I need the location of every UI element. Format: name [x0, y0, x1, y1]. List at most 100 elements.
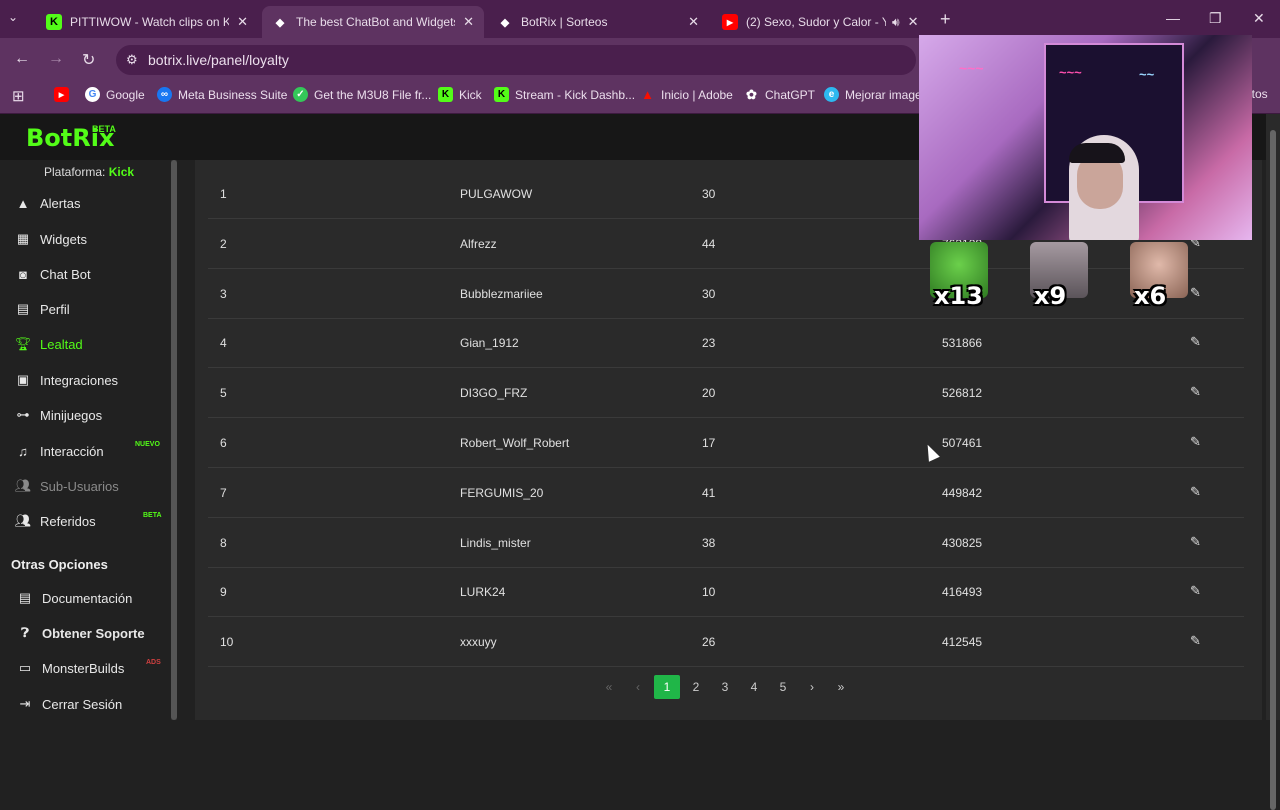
last-page-button[interactable]: »: [828, 675, 854, 699]
page-scrollbar[interactable]: [1266, 114, 1280, 810]
sidebar-item-integraciones[interactable]: ▣ Integraciones: [14, 368, 164, 392]
kick-icon: K: [438, 87, 453, 102]
rank-cell: 10: [220, 635, 234, 650]
level-cell: 41: [702, 485, 716, 500]
rank-cell: 4: [220, 336, 227, 351]
page-4-button[interactable]: 4: [741, 675, 767, 699]
rank-cell: 8: [220, 535, 227, 550]
bookmark-kick[interactable]: K Kick: [438, 87, 482, 102]
trophy-icon: 🏆︎: [14, 336, 32, 351]
sidebar-item-alertas[interactable]: ▲ Alertas: [14, 191, 164, 215]
edit-pencil-icon[interactable]: ✎: [1190, 534, 1201, 550]
rank-cell: 6: [220, 436, 227, 450]
monitor-icon: ▭: [18, 660, 32, 675]
bookmark-kick-dashboard[interactable]: K Stream - Kick Dashb...: [494, 87, 635, 102]
sidebar-item-monsterbuilds[interactable]: ▭ MonsterBuilds: [16, 656, 166, 680]
help-icon: ❓︎: [21, 625, 29, 640]
emote-sticker: x13: [926, 242, 990, 318]
chatgpt-icon: ✿: [746, 86, 757, 102]
edit-pencil-icon[interactable]: ✎: [1190, 384, 1201, 400]
sidebar-item-lealtad[interactable]: 🏆︎ Lealtad: [14, 332, 164, 356]
scrollbar-thumb[interactable]: [1270, 130, 1276, 810]
bookmark-mejorar[interactable]: e Mejorar image: [824, 87, 922, 102]
close-icon[interactable]: ✕: [237, 14, 248, 30]
bookmark-google[interactable]: G Google: [85, 87, 145, 102]
back-icon[interactable]: ←: [14, 50, 30, 68]
rank-cell: 9: [220, 585, 227, 600]
emote-sticker: x6: [1126, 242, 1190, 318]
bookmark-m3u8[interactable]: ✓ Get the M3U8 File fr...: [293, 87, 431, 102]
points-cell: 526812: [942, 386, 983, 401]
url-bar[interactable]: ⚙ botrix.live/panel/loyalty: [116, 45, 916, 75]
sidebar-item-perfil[interactable]: ▤ Perfil: [14, 297, 164, 321]
music-icon: ♫: [18, 443, 28, 459]
edit-pencil-icon[interactable]: ✎: [1190, 633, 1201, 649]
bookmark-meta[interactable]: ∞ Meta Business Suite: [157, 87, 287, 102]
bookmark-chatgpt[interactable]: ✿ ChatGPT: [744, 87, 815, 102]
new-badge: NUEVO: [135, 441, 160, 448]
sidebar-item-soporte[interactable]: ❓︎ Obtener Soporte: [16, 621, 166, 645]
close-icon[interactable]: ✕: [688, 14, 699, 30]
forward-icon[interactable]: →: [48, 50, 64, 68]
username-cell: PULGAWOW: [460, 187, 533, 201]
bookmark-adobe[interactable]: ▲ Inicio | Adobe: [640, 87, 733, 102]
rank-cell: 7: [220, 485, 227, 500]
edit-pencil-icon[interactable]: ✎: [1190, 484, 1201, 500]
scrollbar-thumb[interactable]: [171, 160, 177, 720]
first-page-button[interactable]: «: [596, 675, 622, 699]
bookmark-label: Get the M3U8 File fr...: [314, 87, 432, 102]
sidebar-item-label: MonsterBuilds: [42, 660, 125, 676]
next-page-button[interactable]: ›: [799, 675, 825, 699]
prev-page-button[interactable]: ‹: [625, 675, 651, 699]
emote-count: x9: [1034, 282, 1067, 310]
sidebar-item-minijuegos[interactable]: ⊶ Minijuegos: [14, 403, 164, 427]
table-row: 10 xxxuyy 26 412545 ✎: [208, 617, 1244, 668]
edit-pencil-icon[interactable]: ✎: [1190, 583, 1201, 599]
edit-pencil-icon[interactable]: ✎: [1190, 285, 1201, 301]
page-2-button[interactable]: 2: [683, 675, 709, 699]
apps-icon[interactable]: ⊞: [12, 87, 25, 105]
sidebar-item-cerrar-sesion[interactable]: ⇥ Cerrar Sesión: [16, 692, 166, 716]
edge-icon: e: [824, 87, 839, 102]
level-cell: 38: [702, 535, 716, 550]
points-cell: 449842: [942, 485, 983, 500]
tab-botrix-chatbot[interactable]: ◆ The best ChatBot and Widgets ✕: [262, 6, 484, 38]
restore-icon[interactable]: ❐: [1209, 10, 1222, 27]
sidebar-item-subusuarios[interactable]: 👥︎ Sub-Usuarios: [14, 474, 164, 498]
sidebar-scrollbar[interactable]: [171, 160, 177, 720]
botrix-icon: ◆: [275, 16, 285, 29]
page-3-button[interactable]: 3: [712, 675, 738, 699]
points-cell: 416493: [942, 585, 983, 600]
tab-botrix-sorteos[interactable]: ◆ BotRix | Sorteos ✕: [487, 6, 709, 38]
points-cell: 531866: [942, 336, 983, 351]
sidebar-item-chatbot[interactable]: ◙ Chat Bot: [14, 262, 164, 286]
username-cell: Alfrezz: [460, 236, 497, 251]
points-cell: 507461: [942, 436, 983, 450]
rank-cell: 1: [220, 187, 227, 201]
new-tab-button[interactable]: +: [940, 9, 951, 30]
window-close-icon[interactable]: ✕: [1253, 10, 1265, 27]
sidebar-item-referidos[interactable]: 👥︎ Referidos: [14, 509, 164, 533]
tab-youtube[interactable]: ▶ (2) Sexo, Sudor y Calor - YouTube 🔊︎ ✕: [712, 6, 934, 38]
youtube-icon: ▶: [54, 87, 69, 102]
sidebar-item-documentacion[interactable]: ▤ Documentación: [16, 586, 166, 610]
ads-badge: ADS: [146, 659, 161, 666]
sidebar-item-widgets[interactable]: ▦ Widgets: [14, 227, 164, 251]
page-1-button[interactable]: 1: [654, 675, 680, 699]
site-info-icon[interactable]: ⚙: [126, 52, 138, 68]
users-icon: 👥︎: [14, 478, 32, 493]
kick-icon: K: [46, 14, 62, 30]
edit-pencil-icon[interactable]: ✎: [1190, 334, 1201, 350]
edit-pencil-icon[interactable]: ✎: [1190, 434, 1201, 450]
close-icon[interactable]: ✕: [908, 14, 919, 30]
reload-icon[interactable]: ↻: [82, 50, 95, 70]
page-5-button[interactable]: 5: [770, 675, 796, 699]
speaker-icon[interactable]: 🔊︎: [892, 15, 900, 30]
bookmark-youtube[interactable]: ▶: [54, 87, 75, 102]
close-icon[interactable]: ✕: [463, 14, 474, 30]
robot-icon: ◙: [19, 266, 27, 282]
sidebar-item-label: Sub-Usuarios: [40, 478, 119, 494]
minimize-icon[interactable]: —: [1166, 10, 1180, 26]
tab-search-icon[interactable]: ⌄: [8, 10, 18, 24]
tab-pittiwow[interactable]: K PITTIWOW - Watch clips on Kick ✕: [36, 6, 258, 38]
